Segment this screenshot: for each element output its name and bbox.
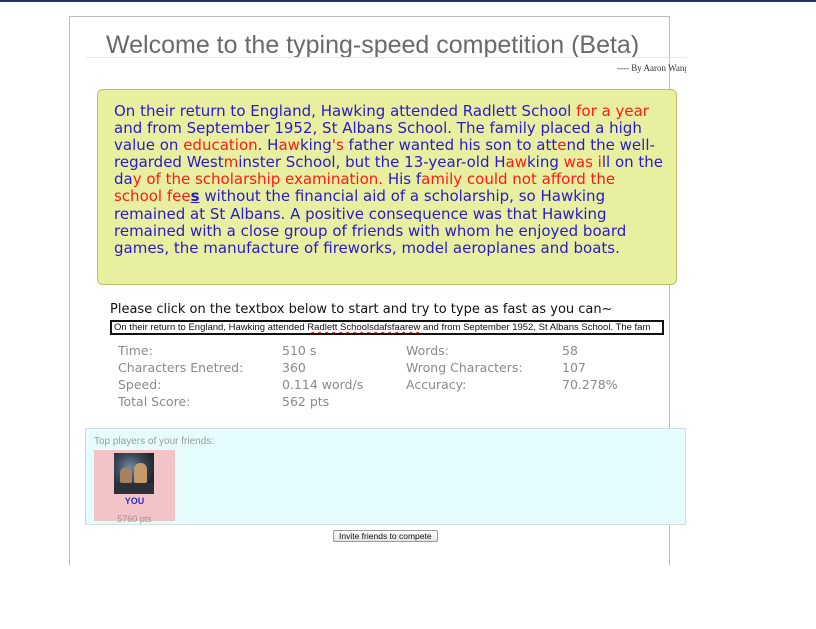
passage-segment-wrong: for a year <box>576 102 649 120</box>
total-score-value: 562 pts <box>282 394 330 409</box>
passage-segment-wrong: aw <box>278 136 300 155</box>
words-label: Words: <box>406 343 449 358</box>
wrong-characters-label: Wrong Characters: <box>406 360 523 375</box>
passage-segment-correct: On their return to England, Hawking atte… <box>114 102 577 120</box>
total-score-label: Total Score: <box>118 394 191 409</box>
typed-text: and from September 1952, St Albans Schoo… <box>420 322 651 333</box>
friends-leaderboard: Top players of your friends: YOU 5760 pt… <box>85 428 686 525</box>
passage-segment-correct: . H <box>257 136 279 155</box>
top-border <box>0 0 816 2</box>
words-value: 58 <box>562 343 578 358</box>
page-title: Welcome to the typing-speed competition … <box>106 31 640 59</box>
passage-segment-correct: father wanted his son to att <box>343 136 558 155</box>
passage-segment-wrong: m <box>223 153 239 172</box>
invite-friends-button[interactable]: Invite friends to compete <box>333 530 438 542</box>
instruction-text: Please click on the textbox below to sta… <box>110 302 613 317</box>
passage-segment-wrong: was i <box>563 153 602 172</box>
time-label: Time: <box>118 343 153 358</box>
characters-label: Characters Enetred: <box>118 360 244 375</box>
player-card[interactable]: YOU 5760 pts <box>94 450 175 524</box>
time-value: 510 s <box>282 343 317 358</box>
speed-label: Speed: <box>118 377 162 392</box>
accuracy-label: Accuracy: <box>406 377 467 392</box>
passage-segment-wrong: education <box>183 136 258 155</box>
passage-segment-wrong: aw <box>505 153 527 172</box>
accuracy-value: 70.278% <box>562 377 618 392</box>
passage-segment-wrong: y of the scholarship examination. <box>132 170 388 189</box>
passage-segment-correct: king <box>299 136 332 155</box>
passage-segment-correct: king <box>526 153 564 172</box>
speed-value: 0.114 word/s <box>282 377 364 392</box>
typing-input[interactable]: On their return to England, Hawking atte… <box>110 320 664 335</box>
passage-segment-correct: His f <box>387 170 422 189</box>
friends-title: Top players of your friends: <box>94 436 215 447</box>
player-points: 5760 pts <box>117 514 152 524</box>
passage-segment-correct: inster School, but the 13-year-old H <box>238 153 506 172</box>
passage-segment-wrong: amily could not aff <box>421 170 562 189</box>
typed-text: On their return to England, Hawking atte… <box>114 322 308 333</box>
passage-segment-wrong: 's <box>331 136 344 155</box>
title-divider <box>86 57 686 58</box>
passage-segment-current: s <box>190 187 200 206</box>
typed-text-error: Radlett Schoolsdafsfaarew <box>307 322 421 333</box>
passage-box: On their return to England, Hawking atte… <box>97 89 677 285</box>
avatar <box>114 453 154 494</box>
author-byline: ---- By Aaron Wang <box>617 63 686 73</box>
characters-value: 360 <box>282 360 306 375</box>
wrong-characters-value: 107 <box>562 360 586 375</box>
player-name: YOU <box>124 496 145 506</box>
